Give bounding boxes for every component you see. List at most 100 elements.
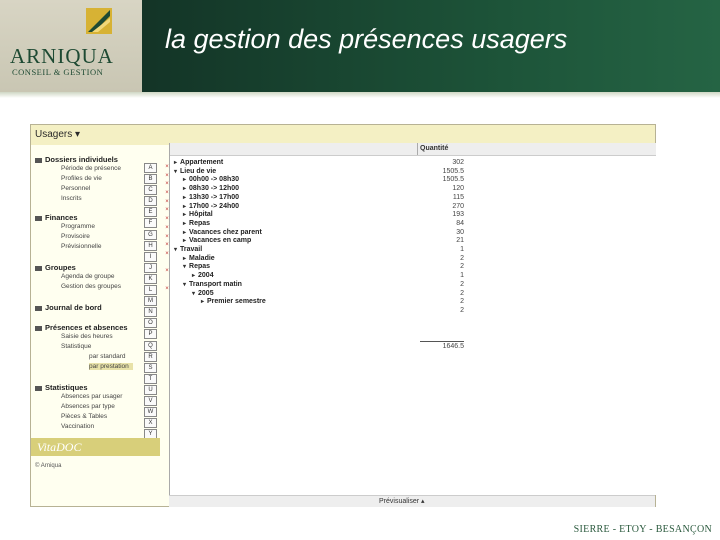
nav-subitem[interactable]: par prestation <box>89 363 133 370</box>
presence-grid: Quantité ▸ Appartement 302 ▾ Lieu de vie 1505… <box>169 143 656 495</box>
alphabet-key[interactable]: T <box>144 373 157 384</box>
alphabet-key[interactable]: V <box>144 395 157 406</box>
expanded-icon[interactable]: ▾ <box>174 247 177 253</box>
alphabet-key[interactable]: F <box>144 218 157 229</box>
alphabet-key[interactable]: G <box>144 229 157 240</box>
grid-row[interactable]: ▾ Lieu de vie 1505.5 <box>170 168 656 177</box>
alphabet-key[interactable]: M <box>144 296 157 307</box>
grid-row[interactable]: ▾ 2005 2 <box>170 290 656 299</box>
grid-row[interactable]: ▸ Vacances chez parent 30 <box>170 229 656 238</box>
nav-item[interactable]: Vaccination <box>61 423 94 430</box>
nav-item[interactable]: Pièces & Tables <box>61 413 107 420</box>
alphabet-key[interactable]: K <box>144 273 157 284</box>
expanded-icon[interactable]: ▾ <box>183 264 186 270</box>
alphabet-key[interactable]: C <box>144 185 157 196</box>
row-quantity: 2 <box>460 289 464 297</box>
vitadoc-bar[interactable]: VitaDOC <box>31 438 160 456</box>
preview-button[interactable]: Prévisualiser ▴ <box>379 497 425 505</box>
nav-group[interactable]: Présences et absences <box>35 323 128 332</box>
collapsed-icon[interactable]: ▸ <box>183 177 186 183</box>
nav-item[interactable]: Inscrits <box>61 195 82 202</box>
nav-item[interactable]: Statistique <box>61 343 91 350</box>
collapsed-icon[interactable]: ▸ <box>174 160 177 166</box>
nav-item[interactable]: Saisie des heures <box>61 333 113 340</box>
alphabet-key[interactable]: H <box>144 240 157 251</box>
collapsed-icon[interactable]: ▸ <box>183 204 186 210</box>
row-label: ▾ Travail <box>174 246 202 255</box>
expanded-icon[interactable]: ▾ <box>192 291 195 297</box>
alphabet-key[interactable]: N <box>144 307 157 318</box>
nav-item[interactable]: Profiles de vie <box>61 175 102 182</box>
column-separator <box>417 143 418 155</box>
nav-group-label: Dossiers individuels <box>45 155 118 164</box>
alphabet-key[interactable]: A <box>144 163 157 173</box>
alphabet-key[interactable]: D <box>144 196 157 207</box>
grid-row[interactable]: ▸ 00h00 -> 08h30 1505.5 <box>170 176 656 185</box>
arniqua-logo-icon <box>86 8 112 34</box>
row-quantity: 2 <box>460 306 464 314</box>
row-quantity: 115 <box>452 193 464 201</box>
nav-group[interactable]: Statistiques <box>35 383 88 392</box>
alphabet-key[interactable]: L <box>144 285 157 296</box>
grid-row[interactable]: ▸ 17h00 -> 24h00 270 <box>170 203 656 212</box>
nav-group[interactable]: Dossiers individuels <box>35 155 118 164</box>
nav-item[interactable]: Absences par usager <box>61 393 122 400</box>
alphabet-key[interactable]: U <box>144 384 157 395</box>
grid-row[interactable]: ▾ Travail 1 <box>170 246 656 255</box>
alphabet-key[interactable]: R <box>144 351 157 362</box>
grid-row[interactable]: ▸ Vacances en camp 21 <box>170 237 656 246</box>
expanded-icon[interactable]: ▾ <box>183 282 186 288</box>
grid-row[interactable]: ▸ Premier semestre 2 <box>170 298 656 307</box>
grid-row[interactable]: ▸ 2004 1 <box>170 272 656 281</box>
alphabet-key[interactable]: I <box>144 251 157 262</box>
nav-item[interactable]: Gestion des groupes <box>61 283 121 290</box>
row-quantity: 1 <box>460 272 464 280</box>
grid-row[interactable]: 2 <box>170 307 656 316</box>
grid-row[interactable]: ▾ Repas 2 <box>170 263 656 272</box>
grid-row[interactable]: ▸ 08h30 -> 12h00 120 <box>170 185 656 194</box>
alphabet-key[interactable]: B <box>144 174 157 185</box>
nav-item[interactable]: Personnel <box>61 185 90 192</box>
nav-group[interactable]: Journal de bord <box>35 303 102 312</box>
collapsed-icon[interactable]: ▸ <box>183 186 186 192</box>
collapsed-icon[interactable]: ▸ <box>183 230 186 236</box>
nav-group[interactable]: Groupes <box>35 263 76 272</box>
logo-panel: ARNIQUA CONSEIL & GESTION <box>0 0 142 92</box>
grid-row[interactable]: ▸ 13h30 -> 17h00 115 <box>170 194 656 203</box>
nav-item[interactable]: Programme <box>61 223 95 230</box>
alphabet-key[interactable]: X <box>144 418 157 429</box>
grid-row[interactable]: ▾ Transport matin 2 <box>170 281 656 290</box>
nav-item[interactable]: Absences par type <box>61 403 115 410</box>
nav-subitem[interactable]: par standard <box>89 353 126 360</box>
collapsed-icon[interactable]: ▸ <box>183 212 186 218</box>
nav-item[interactable]: Période de présence <box>61 165 121 172</box>
alphabet-key[interactable]: S <box>144 362 157 373</box>
grid-row[interactable]: ▸ Hôpital 193 <box>170 211 656 220</box>
nav-item[interactable]: Agenda de groupe <box>61 273 115 280</box>
alphabet-key[interactable]: J <box>144 262 157 273</box>
collapsed-icon[interactable]: ▸ <box>183 195 186 201</box>
quantity-header[interactable]: Quantité <box>420 145 448 152</box>
usagers-menu[interactable]: Usagers ▾ <box>35 129 80 140</box>
row-label-text: Transport matin <box>189 280 242 288</box>
grid-row[interactable]: ▸ Maladie 2 <box>170 255 656 264</box>
collapsed-icon[interactable]: ▸ <box>183 221 186 227</box>
alphabet-key[interactable]: Q <box>144 340 157 351</box>
expanded-icon[interactable]: ▾ <box>174 169 177 175</box>
collapsed-icon[interactable]: ▸ <box>183 256 186 262</box>
row-quantity: 1505.5 <box>442 176 464 184</box>
collapsed-icon[interactable]: ▸ <box>183 238 186 244</box>
collapsed-icon[interactable]: ▸ <box>192 273 195 279</box>
alphabet-key[interactable]: O <box>144 318 157 329</box>
nav-group[interactable]: Finances <box>35 213 78 222</box>
row-quantity: 270 <box>452 202 464 210</box>
alphabet-key[interactable]: P <box>144 329 157 340</box>
nav-item[interactable]: Provisoire <box>61 233 90 240</box>
alphabet-key[interactable]: W <box>144 407 157 418</box>
grid-row[interactable]: ▸ Appartement 302 <box>170 159 656 168</box>
alphabet-key[interactable]: E <box>144 207 157 218</box>
row-quantity: 193 <box>452 211 464 219</box>
nav-item[interactable]: Prévisionnelle <box>61 243 101 250</box>
collapsed-icon[interactable]: ▸ <box>201 299 204 305</box>
grid-row[interactable]: ▸ Repas 84 <box>170 220 656 229</box>
